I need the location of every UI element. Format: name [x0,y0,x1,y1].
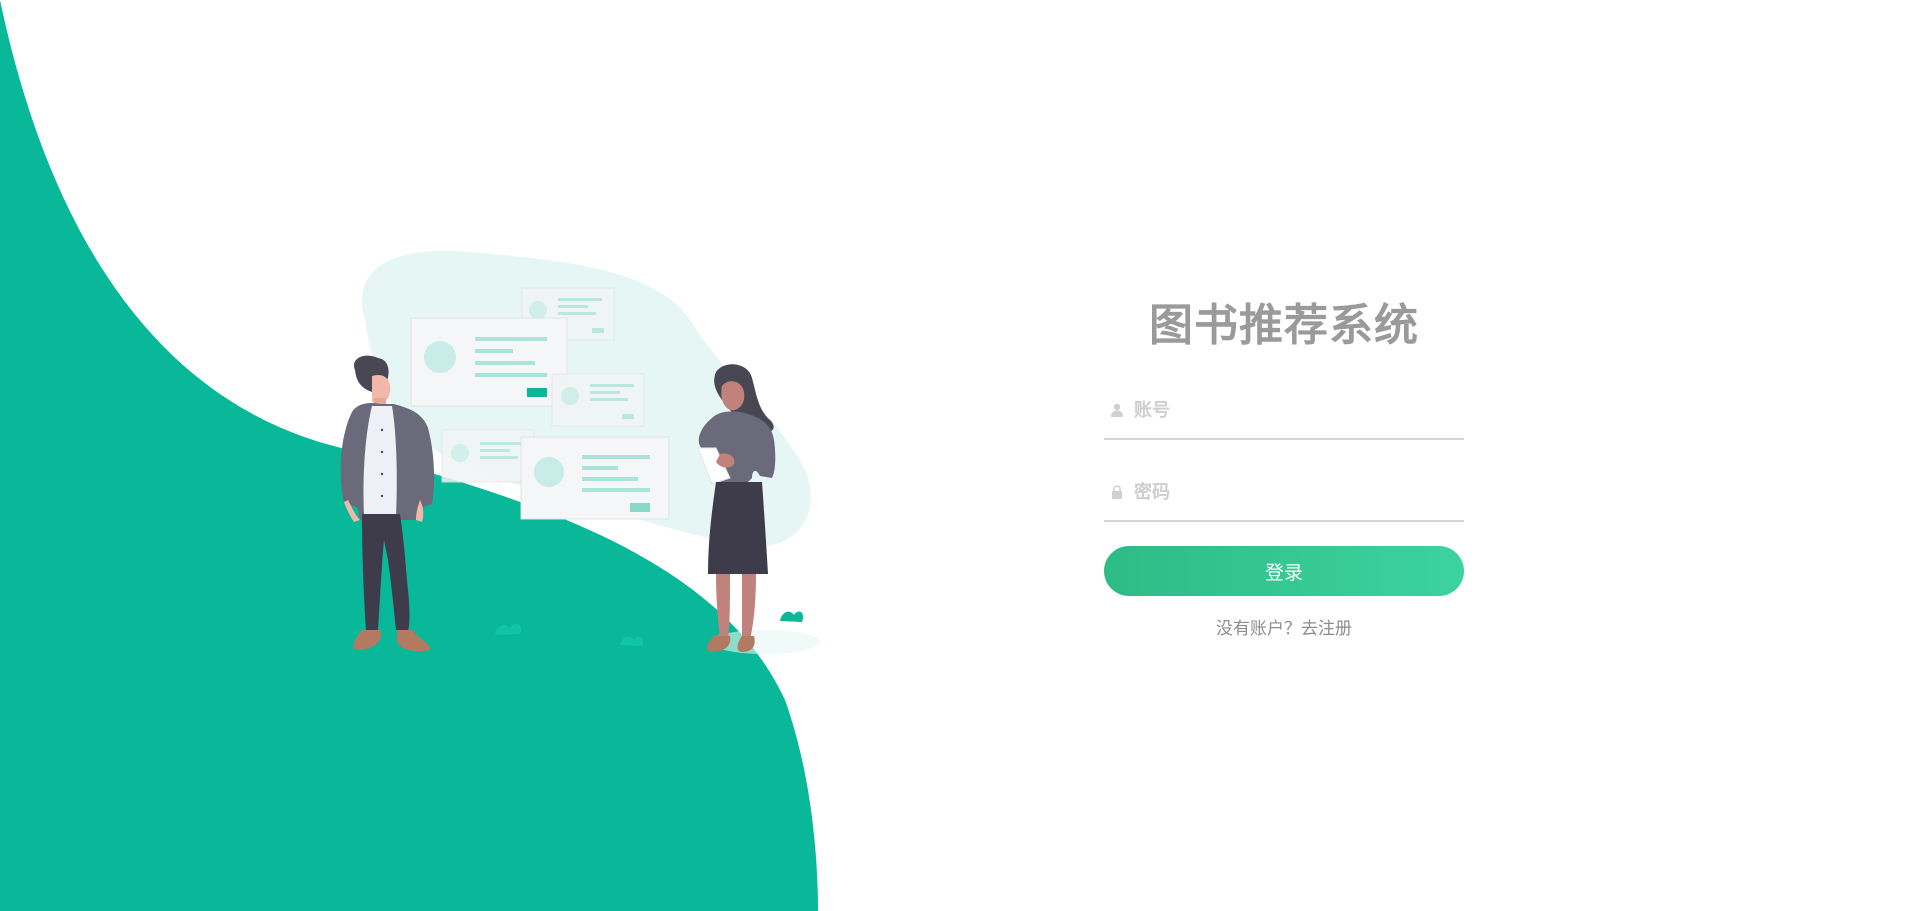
hero-illustration [340,250,820,654]
card-small-left [441,429,535,483]
plant-left [495,623,521,635]
card-small-mid [551,373,645,427]
user-icon [1110,402,1124,418]
card-large-2 [520,436,670,520]
card-large-1 [410,317,568,407]
login-page: 图书推荐系统 登录 没有账户？去注册 [0,0,1920,911]
login-form: 图书推荐系统 登录 没有账户？去注册 [1104,296,1464,639]
register-link[interactable]: 没有账户？去注册 [1104,614,1464,639]
plant-mid [620,636,644,646]
page-title: 图书推荐系统 [1149,300,1419,351]
password-field-group [1104,464,1464,522]
login-button[interactable]: 登录 [1104,546,1464,596]
plant-right [780,611,804,622]
password-input[interactable] [1134,472,1464,512]
username-field-group [1104,382,1464,440]
username-input[interactable] [1134,390,1464,430]
lock-icon [1110,484,1124,500]
